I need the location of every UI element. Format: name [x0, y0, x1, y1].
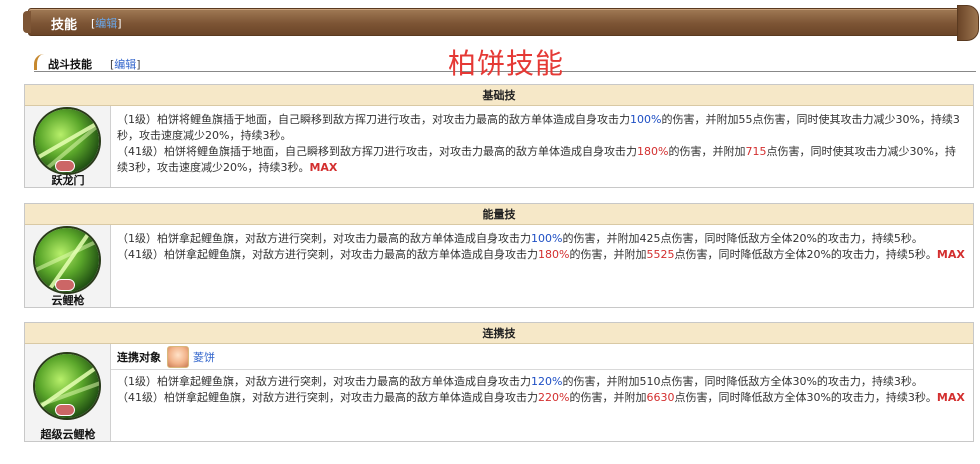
- subhead-edit-link[interactable]: 编辑: [114, 58, 136, 71]
- skill-level-41-text: （41级）柏饼拿起鲤鱼旗，对敌方进行突刺，对攻击力最高的敌方单体造成自身攻击力1…: [117, 248, 965, 261]
- skill-icon-cell: 云鲤枪: [25, 225, 111, 307]
- page-title: 柏饼技能: [448, 47, 565, 80]
- skill-badge-icon: [55, 160, 75, 172]
- skill-name: 跃龙门: [51, 174, 85, 187]
- skill-section-header: 基础技: [25, 85, 973, 106]
- skill-section-header: 能量技: [25, 204, 973, 225]
- skill-icon-cell: 超级云鲤枪: [25, 344, 111, 441]
- skill-table-basic: 基础技 跃龙门 （1级）柏饼将鲤鱼旗插于地面，自己瞬移到敌方挥刀进行攻击，对攻击…: [24, 84, 974, 188]
- skill-level-41-text: （41级）柏饼将鲤鱼旗插于地面，自己瞬移到敌方挥刀进行攻击，对攻击力最高的敌方单…: [117, 145, 956, 174]
- skill-name: 云鲤枪: [51, 294, 85, 307]
- skill-table-energy: 能量技 云鲤枪 （1级）柏饼拿起鲤鱼旗，对敌方进行突刺，对攻击力最高的敌方单体造…: [24, 203, 974, 308]
- subhead-edit: [编辑]: [110, 58, 141, 71]
- max-badge: MAX: [309, 161, 338, 174]
- skill-description: （1级）柏饼将鲤鱼旗插于地面，自己瞬移到敌方挥刀进行攻击，对攻击力最高的敌方单体…: [111, 106, 973, 187]
- skill-icon-cell: 跃龙门: [25, 106, 111, 187]
- skill-level-1-text: （1级）柏饼拿起鲤鱼旗，对敌方进行突刺，对攻击力最高的敌方单体造成自身攻击力12…: [117, 375, 923, 388]
- skill-level-1-text: （1级）柏饼拿起鲤鱼旗，对敌方进行突刺，对攻击力最高的敌方单体造成自身攻击力10…: [117, 232, 923, 245]
- partner-label: 连携对象: [117, 350, 161, 364]
- heading-swoosh-icon: [34, 54, 44, 70]
- skill-section-header: 连携技: [25, 323, 973, 344]
- combo-partner-row: 连携对象 菱饼: [111, 344, 973, 370]
- skill-content: 连携对象 菱饼 （1级）柏饼拿起鲤鱼旗，对敌方进行突刺，对攻击力最高的敌方单体造…: [111, 344, 973, 441]
- skill-name: 超级云鲤枪: [40, 428, 96, 441]
- skill-badge-icon: [55, 279, 75, 291]
- skill-level-1-text: （1级）柏饼将鲤鱼旗插于地面，自己瞬移到敌方挥刀进行攻击，对攻击力最高的敌方单体…: [117, 113, 960, 142]
- banner-edit-link[interactable]: 编辑: [95, 17, 117, 30]
- banner-title: 技能: [51, 18, 78, 33]
- skill-level-41-text: （41级）柏饼拿起鲤鱼旗，对敌方进行突刺，对攻击力最高的敌方单体造成自身攻击力2…: [117, 391, 965, 404]
- max-badge: MAX: [936, 391, 965, 404]
- skill-description: （1级）柏饼拿起鲤鱼旗，对敌方进行突刺，对攻击力最高的敌方单体造成自身攻击力10…: [111, 225, 973, 307]
- partner-name-link[interactable]: 菱饼: [193, 349, 215, 365]
- banner-edit: [编辑]: [91, 17, 122, 30]
- banner-cap: [23, 11, 31, 33]
- section-banner: 技能 [编辑]: [23, 5, 979, 41]
- subhead-title: 战斗技能: [48, 58, 92, 71]
- skill-table-combo: 连携技 超级云鲤枪 连携对象 菱饼 （1级）柏饼拿起鲤鱼旗，对敌方进行突刺，对攻…: [24, 322, 974, 442]
- partner-avatar[interactable]: [167, 345, 189, 368]
- skill-description: （1级）柏饼拿起鲤鱼旗，对敌方进行突刺，对攻击力最高的敌方单体造成自身攻击力12…: [111, 370, 973, 410]
- skill-badge-icon: [55, 404, 75, 416]
- max-badge: MAX: [936, 248, 965, 261]
